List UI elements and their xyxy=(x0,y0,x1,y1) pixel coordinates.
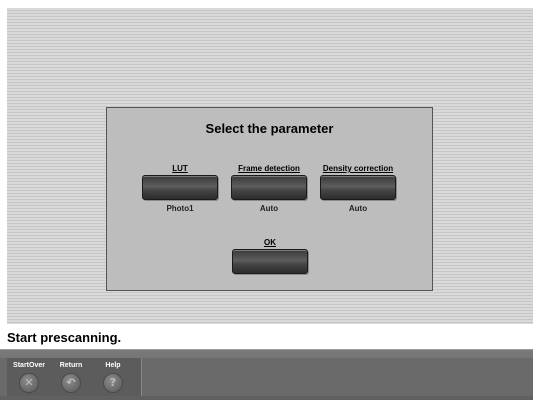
help-label: Help xyxy=(105,362,121,369)
x-icon: ✕ xyxy=(19,373,39,393)
startover-button[interactable]: StartOver ✕ xyxy=(9,358,49,396)
lut-label: LUT xyxy=(172,164,188,173)
lut-value: Photo1 xyxy=(166,204,194,213)
screen: Select the parameter LUT Photo1 Frame de… xyxy=(0,0,533,400)
toolbar-row: StartOver ✕ Return ↶ Help ? xyxy=(0,358,533,396)
ok-label: OK xyxy=(264,238,276,247)
density-correction-button[interactable] xyxy=(320,175,396,200)
help-button[interactable]: Help ? xyxy=(93,358,133,396)
question-icon: ? xyxy=(103,373,123,393)
return-button[interactable]: Return ↶ xyxy=(51,358,91,396)
ok-group: OK xyxy=(231,238,309,274)
bottom-toolbar: StartOver ✕ Return ↶ Help ? xyxy=(0,349,533,400)
dialog-title: Select the parameter xyxy=(205,121,334,136)
toolbar-group: StartOver ✕ Return ↶ Help ? xyxy=(7,358,142,396)
frame-detection-label: Frame detection xyxy=(238,164,300,173)
return-label: Return xyxy=(59,362,83,369)
param-lut: LUT Photo1 xyxy=(141,164,219,213)
status-bar: Start prescanning. xyxy=(0,327,533,348)
frame-detection-value: Auto xyxy=(259,204,279,213)
startover-label: StartOver xyxy=(13,362,45,369)
lut-button[interactable] xyxy=(142,175,218,200)
density-correction-label: Density correction xyxy=(322,164,394,173)
return-arrow-icon: ↶ xyxy=(61,373,81,393)
status-message: Start prescanning. xyxy=(7,330,122,345)
frame-detection-button[interactable] xyxy=(231,175,307,200)
density-correction-value: Auto xyxy=(348,204,368,213)
param-frame-detection: Frame detection Auto xyxy=(230,164,308,213)
param-density-correction: Density correction Auto xyxy=(319,164,397,213)
ok-button[interactable] xyxy=(232,249,308,274)
parameter-dialog: Select the parameter LUT Photo1 Frame de… xyxy=(106,107,433,291)
